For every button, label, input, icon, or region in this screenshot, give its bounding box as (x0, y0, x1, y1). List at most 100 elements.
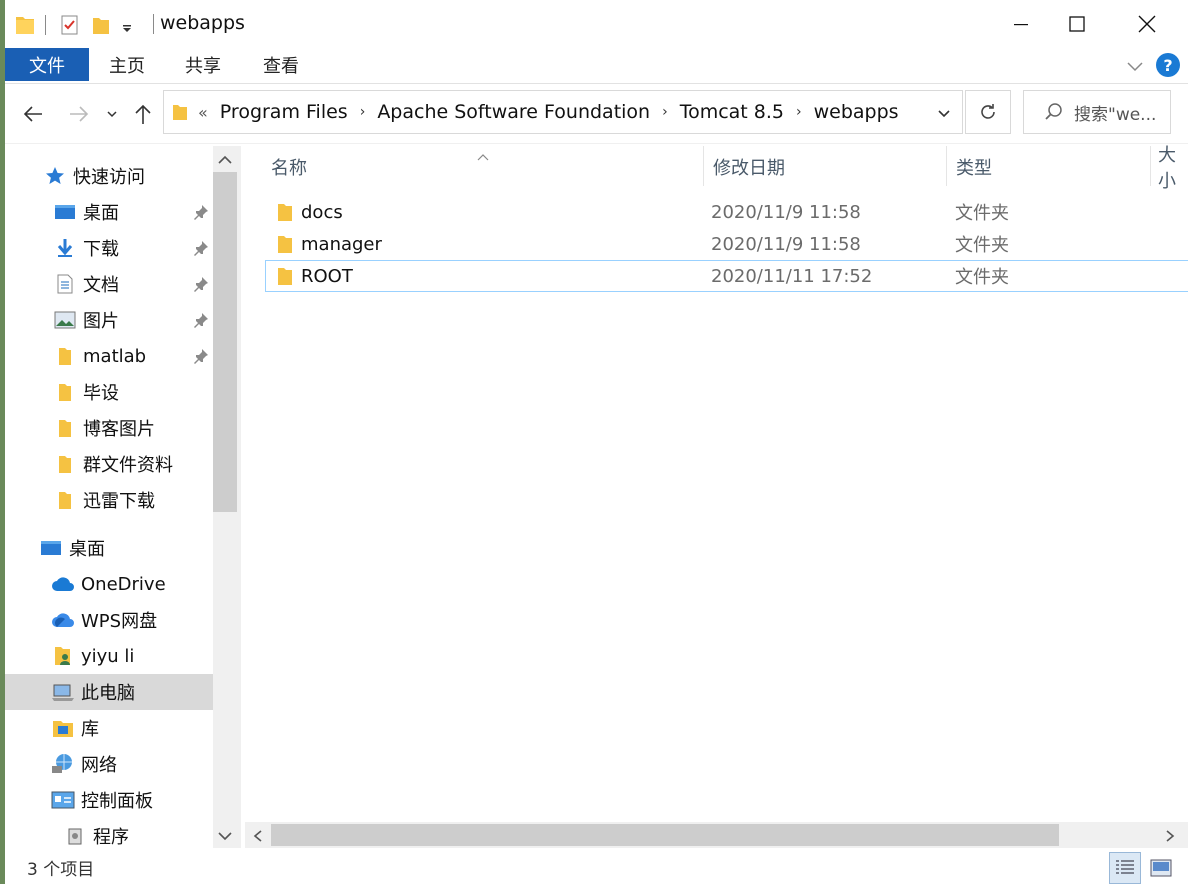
folder-icon (53, 381, 77, 403)
up-button[interactable] (131, 102, 155, 126)
table-row[interactable]: docs 2020/11/9 11:58 文件夹 (265, 196, 1188, 228)
nav-control-panel[interactable]: 控制面板 (5, 782, 213, 818)
table-row[interactable]: manager 2020/11/9 11:58 文件夹 (265, 228, 1188, 260)
breadcrumb-apache[interactable]: Apache Software Foundation (377, 101, 650, 123)
nav-pinned-pictures[interactable]: 图片 (5, 302, 213, 338)
file-name: docs (301, 201, 343, 223)
chevron-right-icon[interactable]: › (360, 104, 366, 120)
breadcrumb-program-files[interactable]: Program Files (220, 101, 348, 123)
nav-scrollbar-thumb[interactable] (213, 172, 237, 512)
quick-access-toolbar (15, 10, 134, 40)
column-header-modified[interactable]: 修改日期 (713, 146, 785, 188)
nav-this-pc[interactable]: 此电脑 (5, 674, 213, 710)
nav-label: 毕设 (83, 383, 119, 404)
nav-scrollbar[interactable] (213, 146, 241, 848)
refresh-icon (981, 104, 995, 119)
column-header-name[interactable]: 名称 (271, 146, 307, 188)
pin-icon[interactable] (193, 276, 209, 292)
nav-recent-blog-images[interactable]: 博客图片 (5, 410, 213, 446)
column-header-size[interactable]: 大小 (1158, 145, 1188, 192)
pin-icon[interactable] (193, 204, 209, 220)
library-icon (51, 717, 75, 739)
user-folder-icon (51, 645, 75, 667)
nav-quick-access[interactable]: 快速访问 (5, 158, 213, 194)
nav-network[interactable]: 网络 (5, 746, 213, 782)
details-view-icon (1116, 860, 1134, 874)
breadcrumb-overflow[interactable]: « (198, 103, 208, 122)
nav-onedrive[interactable]: OneDrive (5, 566, 213, 602)
nav-pinned-desktop[interactable]: 桌面 (5, 194, 213, 230)
minimize-button[interactable] (993, 0, 1049, 48)
nav-label: 博客图片 (83, 419, 155, 440)
large-icons-view-icon (1150, 859, 1172, 877)
nav-user-folder[interactable]: yiyu li (5, 638, 213, 674)
nav-label: 程序 (93, 827, 129, 848)
file-modified: 2020/11/11 17:52 (711, 265, 873, 287)
nav-recent-group-files[interactable]: 群文件资料 (5, 446, 213, 482)
tab-file[interactable]: 文件 (5, 48, 89, 81)
nav-wps-drive[interactable]: WPS网盘 (5, 602, 213, 638)
explorer-window: webapps 文件 主页 共享 查看 ? « Program Files › … (5, 0, 1188, 884)
file-type: 文件夹 (955, 235, 1009, 256)
forward-button[interactable] (67, 102, 91, 126)
details-view-button[interactable] (1109, 852, 1141, 884)
scroll-down-icon[interactable] (217, 828, 233, 842)
refresh-button[interactable] (965, 90, 1011, 134)
picture-icon (53, 309, 77, 331)
nav-pinned-matlab[interactable]: matlab (5, 338, 213, 374)
address-bar[interactable]: « Program Files › Apache Software Founda… (163, 90, 963, 134)
large-icons-view-button[interactable] (1145, 852, 1177, 884)
search-icon (1044, 102, 1064, 122)
nav-pinned-documents[interactable]: 文档 (5, 266, 213, 302)
desktop-icon (39, 537, 63, 559)
chevron-right-icon[interactable]: › (796, 104, 802, 120)
nav-label: yiyu li (81, 645, 135, 667)
file-type: 文件夹 (955, 267, 1009, 288)
nav-label: 图片 (83, 311, 119, 332)
nav-recent-xunlei[interactable]: 迅雷下载 (5, 482, 213, 518)
column-header-type[interactable]: 类型 (956, 146, 992, 188)
table-row[interactable]: ROOT 2020/11/11 17:52 文件夹 (265, 260, 1188, 292)
breadcrumb-tomcat[interactable]: Tomcat 8.5 (680, 101, 784, 123)
cloud-icon (51, 573, 75, 595)
expand-ribbon-icon[interactable] (1125, 56, 1145, 76)
breadcrumb-webapps[interactable]: webapps (814, 101, 899, 123)
tab-share[interactable]: 共享 (177, 48, 229, 81)
back-button[interactable] (21, 102, 45, 126)
pin-icon[interactable] (193, 312, 209, 328)
nav-programs[interactable]: 程序 (5, 818, 213, 848)
address-row: « Program Files › Apache Software Founda… (5, 84, 1188, 144)
close-button[interactable] (1119, 0, 1175, 48)
scroll-up-icon[interactable] (217, 152, 233, 166)
file-name: manager (301, 233, 382, 255)
programs-icon (63, 825, 87, 847)
recent-locations-button[interactable] (103, 102, 121, 126)
maximize-button[interactable] (1049, 0, 1105, 48)
horizontal-scrollbar-thumb[interactable] (271, 824, 1059, 846)
search-box[interactable]: 搜索"we... (1023, 90, 1171, 134)
chevron-right-icon[interactable]: › (662, 104, 668, 120)
star-icon (43, 165, 67, 187)
tab-view[interactable]: 查看 (255, 48, 307, 81)
up-arrow-icon (135, 104, 151, 124)
nav-desktop[interactable]: 桌面 (5, 530, 213, 566)
folder-icon[interactable] (15, 14, 35, 36)
scroll-left-icon[interactable] (251, 828, 265, 842)
nav-pinned-downloads[interactable]: 下载 (5, 230, 213, 266)
help-icon[interactable]: ? (1156, 53, 1180, 77)
address-history-icon[interactable] (936, 105, 952, 121)
pin-icon[interactable] (193, 240, 209, 256)
nav-label: 下载 (83, 239, 119, 260)
nav-label: OneDrive (81, 573, 166, 595)
scroll-right-icon[interactable] (1163, 828, 1177, 842)
nav-recent-biye[interactable]: 毕设 (5, 374, 213, 410)
tab-home[interactable]: 主页 (101, 48, 153, 81)
new-folder-icon[interactable] (92, 14, 110, 36)
customize-toolbar-icon[interactable] (120, 14, 134, 36)
item-count: 3 个项目 (27, 860, 95, 880)
folder-icon (277, 202, 293, 222)
properties-icon[interactable] (60, 14, 80, 36)
nav-library[interactable]: 库 (5, 710, 213, 746)
pin-icon[interactable] (193, 348, 209, 364)
horizontal-scrollbar[interactable] (245, 822, 1188, 848)
